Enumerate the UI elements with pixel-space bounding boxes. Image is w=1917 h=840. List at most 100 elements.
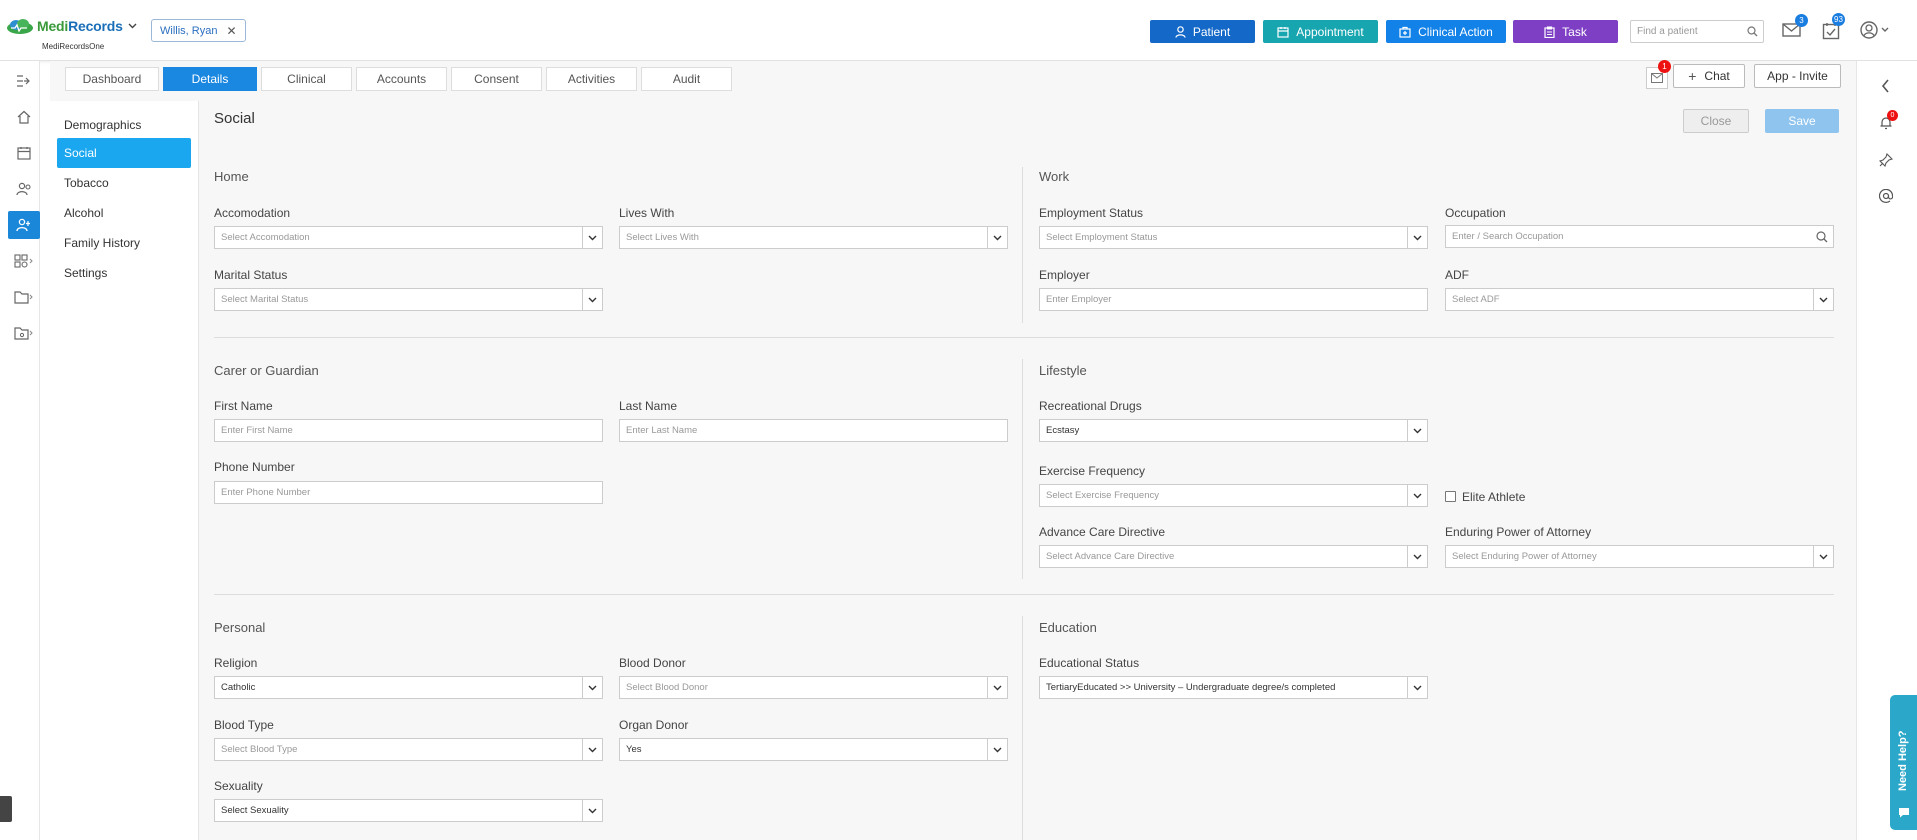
recreational-drugs-label: Recreational Drugs (1039, 399, 1142, 413)
educational-status-label: Educational Status (1039, 656, 1140, 670)
task-button[interactable]: Task (1513, 20, 1618, 43)
organ-donor-value: Yes (626, 744, 642, 755)
sexuality-select[interactable]: Select Sexuality (214, 799, 603, 822)
chevron-down-icon[interactable] (128, 23, 137, 29)
employment-status-select[interactable]: Select Employment Status (1039, 226, 1428, 249)
marital-status-select[interactable]: Select Marital Status (214, 288, 603, 311)
blood-donor-select[interactable]: Select Blood Donor (619, 676, 1008, 699)
chevron-left-icon[interactable] (1881, 79, 1890, 93)
close-button[interactable]: Close (1683, 109, 1749, 133)
patient-button[interactable]: Patient (1150, 20, 1255, 43)
adf-select[interactable]: Select ADF (1445, 288, 1834, 311)
notification-bell-icon[interactable]: 0 (1879, 110, 1898, 133)
mail-icon[interactable]: 3 (1782, 14, 1808, 41)
mail-badge: 3 (1795, 14, 1808, 27)
advance-care-directive-label: Advance Care Directive (1039, 525, 1166, 539)
blood-type-label: Blood Type (214, 718, 274, 732)
patient-chip-name: Willis, Ryan (160, 24, 218, 37)
logo-text: MediRecords (37, 18, 123, 34)
shared-folder-icon[interactable] (8, 319, 40, 347)
side-panel-toggle[interactable] (0, 796, 12, 822)
tab-clinical[interactable]: Clinical (261, 67, 352, 91)
subnav-alcohol[interactable]: Alcohol (57, 198, 191, 228)
patient-chip[interactable]: Willis, Ryan ✕ (151, 19, 246, 42)
elite-athlete-checkbox[interactable] (1445, 491, 1456, 502)
recreational-drugs-select[interactable]: Ecstasy (1039, 419, 1428, 442)
clinical-action-button-label: Clinical Action (1418, 24, 1493, 39)
save-button[interactable]: Save (1765, 109, 1839, 133)
tab-audit[interactable]: Audit (641, 67, 732, 91)
employment-status-label: Employment Status (1039, 206, 1144, 220)
folder-icon[interactable] (8, 283, 40, 311)
find-patient-input[interactable]: Find a patient (1630, 20, 1764, 43)
accomodation-select[interactable]: Select Accomodation (214, 226, 603, 249)
plus-icon: + (1688, 68, 1697, 84)
tab-details[interactable]: Details (163, 67, 257, 91)
right-rail: 0 Need Help? (1856, 61, 1917, 840)
lives-with-select[interactable]: Select Lives With (619, 226, 1008, 249)
enduring-poa-label: Enduring Power of Attorney (1445, 525, 1592, 539)
enduring-poa-select[interactable]: Select Enduring Power of Attorney (1445, 545, 1834, 568)
tab-dashboard[interactable]: Dashboard (65, 67, 159, 91)
educational-status-select[interactable]: TertiaryEducated >> University – Undergr… (1039, 676, 1428, 699)
tab-accounts[interactable]: Accounts (356, 67, 447, 91)
main-area: Dashboard Details Clinical Accounts Cons… (50, 60, 1856, 840)
subnav-demographics[interactable]: Demographics (57, 110, 191, 140)
subnav-tobacco[interactable]: Tobacco (57, 168, 191, 198)
exercise-frequency-select[interactable]: Select Exercise Frequency (1039, 484, 1428, 507)
home-icon[interactable] (8, 103, 40, 131)
search-icon[interactable] (1816, 231, 1828, 243)
app-invite-button[interactable]: App - Invite (1754, 64, 1841, 88)
close-icon[interactable]: ✕ (226, 24, 236, 38)
task-button-label: Task (1562, 24, 1587, 39)
education-section-title: Education (1039, 620, 1097, 635)
modules-icon[interactable] (8, 247, 40, 275)
accomodation-label: Accomodation (214, 206, 291, 220)
organ-donor-select[interactable]: Yes (619, 738, 1008, 761)
column-divider (1022, 167, 1023, 323)
lifestyle-section-title: Lifestyle (1039, 363, 1087, 378)
last-name-input[interactable]: Enter Last Name (619, 419, 1008, 442)
lives-with-label: Lives With (619, 206, 675, 220)
clinical-action-button[interactable]: Clinical Action (1386, 20, 1506, 43)
appointment-button[interactable]: Appointment (1263, 20, 1378, 43)
user-account-icon[interactable] (1860, 21, 1890, 42)
medical-bag-icon (1399, 26, 1411, 38)
subnav-social[interactable]: Social (57, 138, 191, 168)
employer-input[interactable]: Enter Employer (1039, 288, 1428, 311)
first-name-input[interactable]: Enter First Name (214, 419, 603, 442)
first-name-placeholder: Enter First Name (221, 425, 293, 436)
search-icon[interactable] (1747, 26, 1758, 37)
app-logo[interactable]: MediRecords (6, 18, 137, 34)
employer-placeholder: Enter Employer (1046, 294, 1112, 305)
calendar-icon[interactable] (8, 139, 40, 167)
subnav-family-history[interactable]: Family History (57, 228, 191, 258)
religion-label: Religion (214, 656, 258, 670)
subnav-settings[interactable]: Settings (57, 258, 191, 288)
patients-group-icon[interactable] (8, 175, 40, 203)
patient-details-icon[interactable] (8, 211, 40, 239)
blood-type-select[interactable]: Select Blood Type (214, 738, 603, 761)
at-sign-icon[interactable] (1879, 189, 1893, 203)
need-help-tab[interactable]: Need Help? (1890, 695, 1917, 830)
chevron-down-icon (582, 677, 602, 698)
religion-select[interactable]: Catholic (214, 676, 603, 699)
chat-button-label: Chat (1704, 69, 1730, 83)
blood-donor-value: Select Blood Donor (626, 682, 708, 693)
occupation-input[interactable]: Enter / Search Occupation (1445, 225, 1834, 248)
pin-icon[interactable] (1879, 153, 1893, 167)
chat-button[interactable]: + Chat (1673, 64, 1745, 88)
task-list-icon[interactable]: 93 (1822, 13, 1845, 43)
phone-number-input[interactable]: Enter Phone Number (214, 481, 603, 504)
tab-activities[interactable]: Activities (546, 67, 637, 91)
phone-number-label: Phone Number (214, 460, 295, 474)
tab-consent[interactable]: Consent (451, 67, 542, 91)
tasks-badge: 93 (1832, 13, 1845, 26)
employer-label: Employer (1039, 268, 1090, 282)
exercise-frequency-label: Exercise Frequency (1039, 464, 1146, 478)
advance-care-directive-select[interactable]: Select Advance Care Directive (1039, 545, 1428, 568)
social-form: Social Close Save Home Accomodation Sele… (199, 101, 1856, 840)
chevron-down-icon (1407, 677, 1427, 698)
messages-icon[interactable]: 1 (1646, 60, 1671, 89)
expand-menu-icon[interactable] (8, 67, 40, 95)
